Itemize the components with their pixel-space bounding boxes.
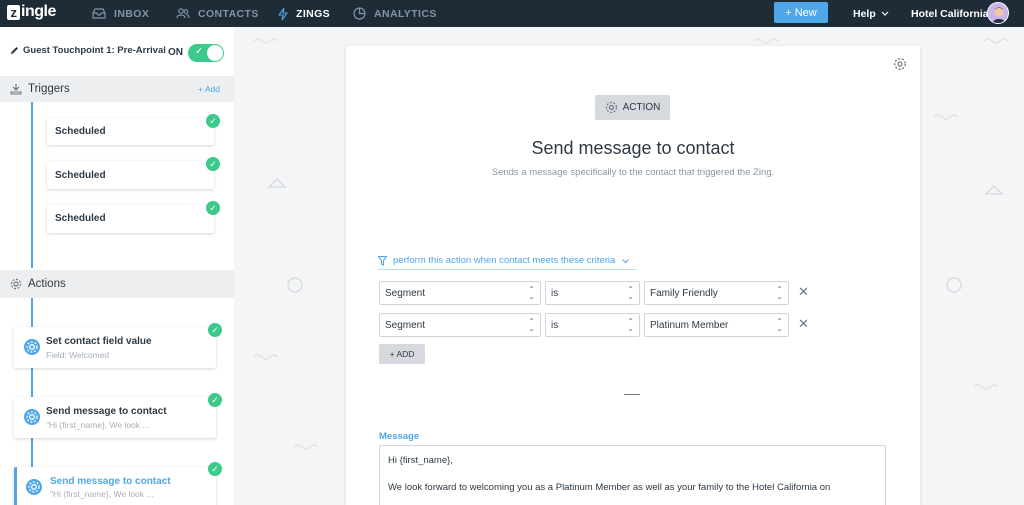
rule-field-select[interactable]: Segment ⌃ ⌄ xyxy=(379,313,541,337)
message-line: Hi {first_name}, xyxy=(388,455,453,466)
rule-value-select[interactable]: Family Friendly ⌃ ⌄ xyxy=(644,281,789,305)
actions-header: Actions xyxy=(0,270,234,298)
contacts-icon xyxy=(176,8,190,19)
actions-title: Actions xyxy=(28,278,66,290)
triggers-title: Triggers xyxy=(28,83,70,95)
filter-icon xyxy=(378,255,387,266)
toggle-knob xyxy=(207,45,223,61)
action-sub: "Hi {first_name}, We look ... xyxy=(50,489,154,499)
page-subtitle: Sends a message specifically to the cont… xyxy=(491,167,775,178)
zing-name-label: Guest Touchpoint 1: Pre-Arrival xyxy=(23,45,166,56)
chevron-down-icon xyxy=(622,258,630,263)
help-label: Help xyxy=(853,7,876,20)
new-button[interactable]: + New xyxy=(774,2,828,23)
add-rule-button[interactable]: + ADD xyxy=(379,344,425,364)
action-label: Set contact field value xyxy=(46,336,152,347)
select-arrows-icon: ⌃ ⌄ xyxy=(627,317,634,333)
nav-analytics[interactable]: ANALYTICS xyxy=(353,0,437,27)
select-arrows-icon: ⌃ ⌄ xyxy=(627,285,634,301)
logo-mark: z xyxy=(7,4,20,20)
pie-chart-icon xyxy=(353,7,366,20)
message-label: Message xyxy=(379,431,420,442)
logo-text: ingle xyxy=(21,3,56,20)
remove-rule-icon[interactable]: ✕ xyxy=(798,284,809,300)
action-card[interactable]: Set contact field value Field: Welcomed xyxy=(14,327,216,368)
message-textarea[interactable]: Hi {first_name}, We look forward to welc… xyxy=(379,445,886,505)
criteria-toggle[interactable]: perform this action when contact meets t… xyxy=(378,255,637,270)
gear-icon xyxy=(24,339,40,355)
rule-field-value: Segment xyxy=(385,319,426,331)
trigger-card[interactable]: Scheduled xyxy=(47,161,214,189)
avatar-image xyxy=(988,3,1008,23)
action-label: Send message to contact xyxy=(50,476,171,487)
pencil-icon xyxy=(11,47,18,54)
avatar[interactable] xyxy=(987,2,1009,24)
trigger-label: Scheduled xyxy=(55,170,106,181)
account-name[interactable]: Hotel California xyxy=(911,0,989,27)
gear-icon xyxy=(26,479,42,495)
select-arrows-icon: ⌃ ⌄ xyxy=(528,285,535,301)
rule-operator-value: is xyxy=(551,319,559,331)
check-icon: ✓ xyxy=(206,114,220,128)
select-arrows-icon: ⌃ ⌄ xyxy=(528,317,535,333)
zing-name[interactable]: Guest Touchpoint 1: Pre-Arrival xyxy=(10,45,166,56)
action-label: Send message to contact xyxy=(46,406,167,417)
nav-contacts-label: CONTACTS xyxy=(198,7,259,20)
nav-inbox-label: INBOX xyxy=(114,7,150,20)
trigger-label: Scheduled xyxy=(55,126,106,137)
nav-analytics-label: ANALYTICS xyxy=(374,7,437,20)
zing-toggle[interactable]: ✓ xyxy=(188,44,224,62)
criteria-label: perform this action when contact meets t… xyxy=(393,255,616,266)
check-icon: ✓ xyxy=(206,157,220,171)
rule-field-select[interactable]: Segment ⌃ ⌄ xyxy=(379,281,541,305)
gear-icon xyxy=(605,101,617,114)
rule-operator-select[interactable]: is ⌃ ⌄ xyxy=(545,313,640,337)
rule-value-select[interactable]: Platinum Member ⌃ ⌄ xyxy=(644,313,789,337)
check-icon: ✓ xyxy=(206,201,220,215)
check-icon: ✓ xyxy=(208,393,222,407)
triggers-header: Triggers + Add xyxy=(0,76,234,102)
page-title: Send message to contact xyxy=(531,138,735,158)
action-badge-label: ACTION xyxy=(622,102,661,113)
select-arrows-icon: ⌃ ⌄ xyxy=(776,285,783,301)
top-nav: z ingle INBOX CONTACTS ZINGS ANALYTICS + … xyxy=(0,0,1024,27)
remove-rule-icon[interactable]: ✕ xyxy=(798,316,809,332)
rule-field-value: Segment xyxy=(385,287,426,299)
chevron-down-icon xyxy=(881,11,889,16)
help-menu[interactable]: Help xyxy=(853,0,891,27)
action-panel: ACTION Send message to contact Sends a m… xyxy=(346,46,920,505)
gear-icon xyxy=(10,278,22,290)
select-arrows-icon: ⌃ ⌄ xyxy=(776,317,783,333)
nav-zings-label: ZINGS xyxy=(296,7,331,20)
gear-icon xyxy=(24,409,40,425)
trigger-connector xyxy=(31,102,33,268)
action-badge: ACTION xyxy=(595,95,670,120)
rule-value-value: Platinum Member xyxy=(650,319,729,331)
check-icon: ✓ xyxy=(208,462,222,476)
check-icon: ✓ xyxy=(208,323,222,337)
add-trigger-button[interactable]: + Add xyxy=(198,84,220,94)
toggle-label: ON xyxy=(168,47,183,58)
trigger-card[interactable]: Scheduled xyxy=(47,118,214,145)
nav-zings[interactable]: ZINGS xyxy=(278,0,330,27)
action-sub: "Hi {first_name}, We look ... xyxy=(46,420,150,430)
trigger-icon xyxy=(10,84,22,95)
check-icon: ✓ xyxy=(195,46,204,57)
rule-operator-select[interactable]: is ⌃ ⌄ xyxy=(545,281,640,305)
rule-operator-value: is xyxy=(551,287,559,299)
action-card[interactable]: Send message to contact "Hi {first_name}… xyxy=(14,397,216,438)
trigger-card[interactable]: Scheduled xyxy=(47,205,214,233)
nav-contacts[interactable]: CONTACTS xyxy=(176,0,259,27)
action-card-selected[interactable]: Send message to contact "Hi {first_name}… xyxy=(14,467,216,505)
zingle-logo[interactable]: z ingle xyxy=(7,3,56,21)
settings-gear-icon[interactable] xyxy=(893,57,907,71)
divider xyxy=(624,394,640,395)
inbox-icon xyxy=(92,8,106,19)
message-line: We look forward to welcoming you as a Pl… xyxy=(388,482,831,493)
action-sub: Field: Welcomed xyxy=(46,350,110,360)
rule-value-value: Family Friendly xyxy=(650,287,718,299)
lightning-icon xyxy=(278,7,288,20)
trigger-label: Scheduled xyxy=(55,213,106,224)
nav-inbox[interactable]: INBOX xyxy=(92,0,149,27)
